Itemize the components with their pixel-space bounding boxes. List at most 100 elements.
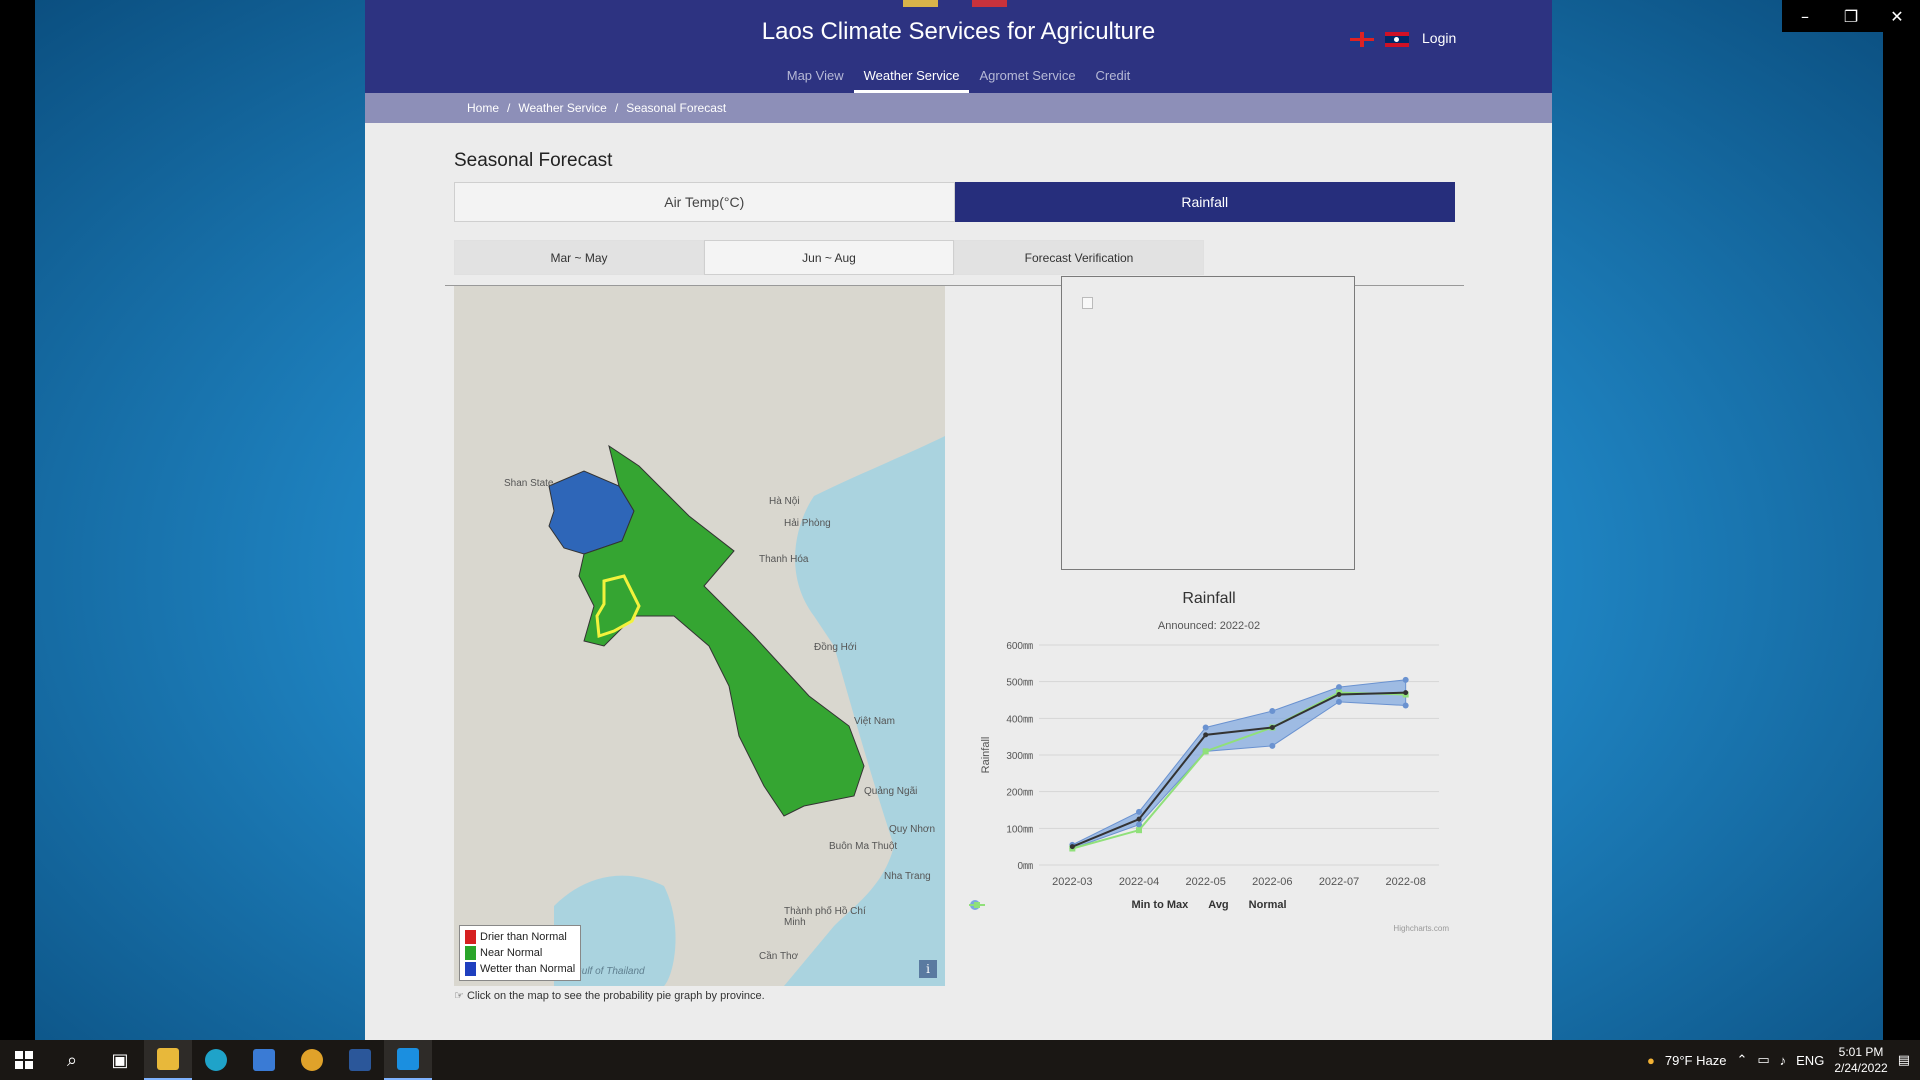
map-label-haiphong: Hải Phòng xyxy=(784,518,831,529)
legend-item-wetter: Wetter than Normal xyxy=(465,961,575,977)
map-info-icon[interactable]: i xyxy=(919,960,937,978)
legend-swatch xyxy=(465,962,476,976)
avg-point xyxy=(1203,732,1209,738)
window-controls: – ❐ ✕ xyxy=(1782,0,1920,32)
x-tick-label: 2022-04 xyxy=(1119,876,1159,888)
legend-min-max[interactable]: Min to Max xyxy=(970,899,1189,911)
language-indicator[interactable]: ENG xyxy=(1796,1053,1824,1068)
y-tick-label: 300㎜ xyxy=(1006,751,1033,762)
map-label-cantho: Cần Thơ xyxy=(759,951,799,962)
legend-label: Near Normal xyxy=(480,947,543,959)
legend-normal[interactable]: Normal xyxy=(969,899,1287,911)
windows-icon xyxy=(15,1051,33,1069)
range-high-point xyxy=(1402,676,1409,683)
english-flag-icon[interactable] xyxy=(1350,32,1374,47)
legend-swatch xyxy=(465,930,476,944)
y-tick-label: 600㎜ xyxy=(1006,641,1033,652)
start-button[interactable] xyxy=(0,1040,48,1080)
weather-text[interactable]: 79°F Haze xyxy=(1665,1053,1727,1068)
page-title: Seasonal Forecast xyxy=(454,150,613,171)
chrome-icon[interactable] xyxy=(288,1040,336,1080)
close-icon[interactable]: ✕ xyxy=(1874,0,1920,32)
tab-jun-aug[interactable]: Jun ~ Aug xyxy=(704,240,954,275)
avg-point xyxy=(1269,725,1275,730)
map-label-gulf: Gulf of Thailand xyxy=(574,966,645,977)
broken-image-icon xyxy=(1082,297,1093,309)
breadcrumb-weather-service[interactable]: Weather Service xyxy=(518,101,606,115)
y-tick-label: 0㎜ xyxy=(1017,861,1033,872)
y-tick-label: 100㎜ xyxy=(1006,824,1033,835)
map-label-donghoi: Đồng Hới xyxy=(814,642,857,653)
map-label-hanoi: Hà Nội xyxy=(769,496,800,507)
weather-icon: ● xyxy=(1647,1052,1655,1068)
clock[interactable]: 5:01 PM 2/24/2022 xyxy=(1834,1044,1887,1076)
word-icon[interactable] xyxy=(336,1040,384,1080)
legend-label: Avg xyxy=(1208,899,1229,911)
avg-point xyxy=(1403,690,1409,696)
tab-mar-may[interactable]: Mar ~ May xyxy=(454,240,704,275)
range-low-point xyxy=(1336,698,1342,705)
normal-point xyxy=(1136,827,1142,834)
breadcrumb-home[interactable]: Home xyxy=(467,101,499,115)
tab-forecast-verification[interactable]: Forecast Verification xyxy=(954,240,1204,275)
map-label-quangngai: Quảng Ngãi xyxy=(864,786,918,797)
x-tick-label: 2022-08 xyxy=(1385,876,1425,888)
map-label-buonmathuot: Buôn Ma Thuột xyxy=(829,841,898,852)
legend-label: Wetter than Normal xyxy=(480,963,576,975)
legend-avg[interactable]: Avg xyxy=(969,899,1229,911)
minimize-icon[interactable]: – xyxy=(1782,0,1828,32)
y-tick-label: 400㎜ xyxy=(1006,714,1033,725)
normal-point xyxy=(1202,748,1209,755)
clock-time: 5:01 PM xyxy=(1838,1045,1884,1059)
edge-icon[interactable] xyxy=(192,1040,240,1080)
legend-line-icon xyxy=(969,902,985,908)
breadcrumb-separator: / xyxy=(507,101,511,115)
tab-rainfall[interactable]: Rainfall xyxy=(954,182,1455,222)
breadcrumb-separator: / xyxy=(614,101,619,115)
store-icon[interactable] xyxy=(240,1040,288,1080)
probability-pie-placeholder xyxy=(1061,276,1355,570)
avg-point xyxy=(1136,816,1142,822)
web-page: Laos Climate Services for Agriculture Lo… xyxy=(365,0,1552,1040)
legend-label: Normal xyxy=(1248,899,1287,911)
map-label-hochiminh: Thành phố Hồ Chí Minh xyxy=(784,906,866,928)
tab-air-temp[interactable]: Air Temp(°C) xyxy=(454,182,955,222)
min-max-range-area xyxy=(1071,679,1407,850)
legend-label: Min to Max xyxy=(1131,899,1189,911)
flag-accent-bar xyxy=(903,0,1008,7)
nav-agromet-service[interactable]: Agromet Service xyxy=(969,68,1085,93)
range-low-point xyxy=(1402,702,1409,709)
map-canvas[interactable] xyxy=(454,286,945,986)
nav-map-view[interactable]: Map View xyxy=(777,68,854,93)
map-label-nhatrang: Nha Trang xyxy=(884,871,931,882)
map-label-quynhon: Quy Nhơn xyxy=(889,824,936,835)
legend-item-near: Near Normal xyxy=(465,945,575,961)
nav-credit[interactable]: Credit xyxy=(1086,68,1141,93)
map-label-thanhhoa: Thanh Hóa xyxy=(759,554,809,565)
site-header: Laos Climate Services for Agriculture Lo… xyxy=(365,0,1552,93)
notification-icon[interactable]: ▤ xyxy=(1898,1052,1910,1068)
file-explorer-icon[interactable] xyxy=(144,1040,192,1080)
login-link[interactable]: Login xyxy=(1422,30,1456,46)
restore-icon[interactable]: ❐ xyxy=(1828,0,1874,32)
media-player-icon[interactable] xyxy=(384,1040,432,1080)
map-label-vietnam: Việt Nam xyxy=(854,716,895,727)
period-tabs: Mar ~ May Jun ~ Aug Forecast Verificatio… xyxy=(454,240,1204,275)
chevron-up-icon[interactable]: ⌃ xyxy=(1736,1052,1747,1068)
range-high-point xyxy=(1336,684,1342,691)
map-legend: Drier than Normal Near Normal Wetter tha… xyxy=(459,925,582,981)
range-high-point xyxy=(1136,808,1142,815)
clock-date: 2/24/2022 xyxy=(1834,1061,1888,1075)
range-high-point xyxy=(1269,708,1276,714)
network-icon[interactable]: ▭ xyxy=(1757,1052,1769,1068)
task-view-icon[interactable]: ▣ xyxy=(96,1040,144,1080)
range-high-point xyxy=(1202,724,1209,731)
lao-flag-icon[interactable] xyxy=(1385,32,1409,47)
breadcrumb-seasonal-forecast: Seasonal Forecast xyxy=(626,101,727,115)
volume-icon[interactable]: ♪ xyxy=(1780,1053,1787,1068)
y-tick-label: 500㎜ xyxy=(1006,678,1033,689)
search-icon[interactable]: ⌕ xyxy=(48,1040,96,1080)
chart-credit[interactable]: Highcharts.com xyxy=(1393,924,1449,933)
forecast-map[interactable]: Hà Nội Hải Phòng Thanh Hóa Shan State Đồ… xyxy=(454,286,945,986)
nav-weather-service[interactable]: Weather Service xyxy=(853,68,970,93)
